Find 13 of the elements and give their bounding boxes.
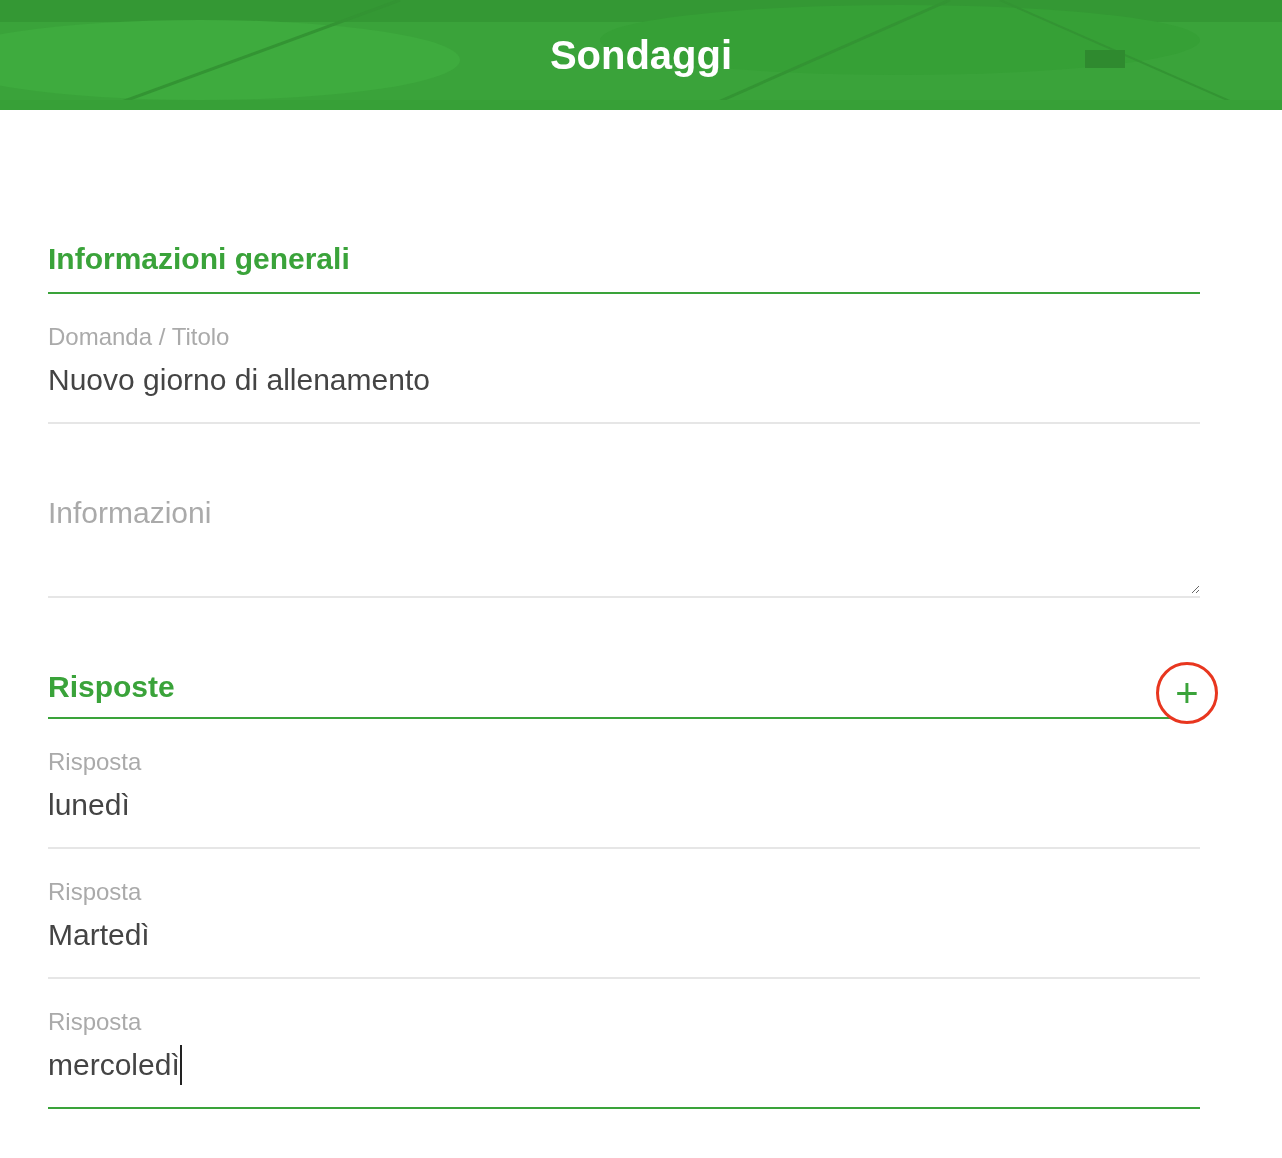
section-heading: Informazioni generali [48, 241, 351, 277]
input-field[interactable]: Martedì [48, 920, 150, 950]
page-title: Sondaggi [549, 35, 733, 75]
input-field[interactable]: Nuovo giorno di allenamento [48, 364, 430, 395]
field-label: Risposta [48, 747, 143, 777]
field-label: Domanda / Titolo [48, 321, 231, 352]
input-field[interactable]: lunedì [48, 790, 130, 820]
section-heading: Risposte [48, 668, 175, 705]
text-cursor [179, 1045, 182, 1085]
input-field[interactable]: mercoledì [48, 1050, 180, 1080]
field-label: Risposta [48, 1007, 143, 1037]
field-label: Risposta [48, 877, 143, 907]
info-textarea[interactable]: Informazioni [48, 489, 1200, 594]
